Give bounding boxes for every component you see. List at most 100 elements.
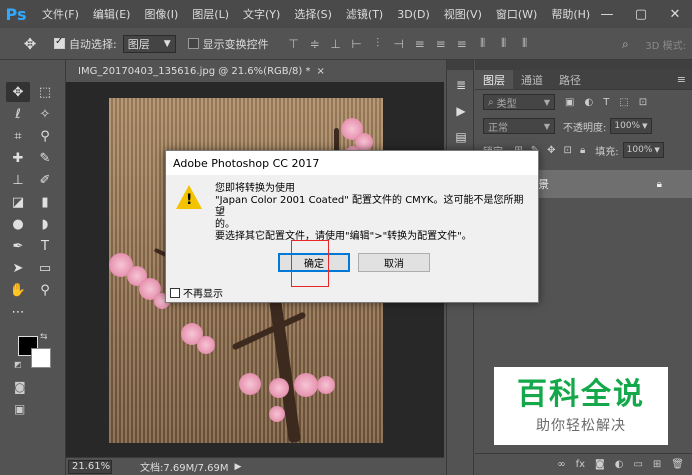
zoom-field[interactable]: 21.61%	[68, 459, 112, 474]
move-icon[interactable]: ✥	[6, 82, 30, 102]
magic-wand-icon[interactable]: ✧	[33, 104, 57, 124]
close-icon[interactable]: ✕	[658, 0, 692, 28]
path-select-icon[interactable]: ➤	[6, 258, 30, 278]
menu-window[interactable]: 窗口(W)	[496, 6, 537, 22]
hand-icon[interactable]: ✋	[6, 280, 30, 300]
fill-field[interactable]: 100% ▼	[622, 142, 664, 158]
menu-image[interactable]: 图像(I)	[144, 6, 178, 22]
watermark-title: 百科全说	[517, 377, 645, 412]
adjust-filter-icon[interactable]: ◐	[584, 97, 593, 108]
eraser-icon[interactable]: ◪	[6, 192, 30, 212]
stamp-icon[interactable]: ⊥	[6, 170, 30, 190]
tab-paths[interactable]: 路径	[551, 70, 589, 89]
brush-icon[interactable]: ✎	[33, 148, 57, 168]
distribute-right-icon[interactable]: ⦀	[518, 36, 532, 51]
menu-layer[interactable]: 图层(L)	[192, 6, 229, 22]
dialog-message: 您即将转换为使用 "Japan Color 2001 Coated" 配置文件的…	[215, 183, 530, 243]
opacity-value: 100%	[614, 121, 641, 131]
healing-brush-icon[interactable]: ✚	[6, 148, 30, 168]
add-mask-icon[interactable]: ◙	[595, 459, 605, 470]
warning-exclamation: !	[186, 192, 193, 208]
align-vcenter-icon[interactable]: ≑	[308, 37, 322, 51]
auto-select-checkbox[interactable]	[54, 36, 65, 49]
pixel-filter-icon[interactable]: ▣	[565, 97, 574, 108]
minimize-icon[interactable]: —	[590, 0, 624, 28]
blend-mode-dropdown[interactable]: 正常 ▼	[483, 118, 555, 134]
link-layers-icon[interactable]: ∞	[557, 459, 565, 470]
history-brush-icon[interactable]: ✐	[33, 170, 57, 190]
status-menu-icon[interactable]: ▶	[235, 462, 242, 472]
cancel-button[interactable]: 取消	[358, 253, 430, 272]
lasso-icon[interactable]: ℓ	[6, 104, 30, 124]
eyedropper-icon[interactable]: ⚲	[33, 126, 57, 146]
menu-3d[interactable]: 3D(D)	[397, 8, 430, 21]
panel-menu-icon[interactable]: ≡	[677, 70, 692, 89]
distribute-vcenter-icon[interactable]: ≡	[434, 37, 448, 51]
dialog-title: Adobe Photoshop CC 2017	[166, 151, 538, 175]
marquee-icon[interactable]: ⬚	[33, 82, 57, 102]
menu-filter[interactable]: 滤镜(T)	[346, 6, 383, 22]
actions-panel-icon[interactable]: ▶	[450, 100, 472, 122]
lock-move-icon[interactable]: ✥	[547, 145, 555, 156]
dodge-icon[interactable]: ◗	[33, 214, 57, 234]
adjustment-layer-icon[interactable]: ◐	[615, 459, 624, 470]
close-tab-icon[interactable]: ×	[316, 66, 324, 77]
dont-show-checkbox[interactable]	[170, 287, 180, 298]
menu-select[interactable]: 选择(S)	[294, 6, 332, 22]
document-tab[interactable]: IMG_20170403_135616.jpg @ 21.6%(RGB/8) *…	[70, 60, 325, 82]
default-colors-icon[interactable]: ◩	[14, 360, 22, 369]
show-transform-checkbox[interactable]	[187, 38, 199, 49]
swap-colors-icon[interactable]: ⇆	[40, 332, 48, 342]
lock-artboard-icon[interactable]: ⊡	[564, 145, 572, 156]
crop-icon[interactable]: ⌗	[6, 126, 30, 146]
menu-edit[interactable]: 编辑(E)	[93, 6, 131, 22]
menu-help[interactable]: 帮助(H)	[551, 6, 590, 22]
opacity-field[interactable]: 100% ▼	[610, 118, 652, 134]
screen-mode-icon[interactable]: ▣	[14, 402, 25, 416]
menu-view[interactable]: 视图(V)	[444, 6, 482, 22]
move-tool-icon[interactable]: ✥	[20, 34, 40, 54]
align-hcenter-icon[interactable]: ⫶	[371, 36, 385, 51]
type-filter-icon[interactable]: T	[603, 97, 609, 108]
menu-type[interactable]: 文字(Y)	[243, 6, 280, 22]
delete-layer-icon[interactable]: 🗑︎	[671, 459, 684, 470]
maximize-icon[interactable]: ▢	[624, 0, 658, 28]
pen-icon[interactable]: ✒	[6, 236, 30, 256]
zoom-icon[interactable]: ⚲	[33, 280, 57, 300]
align-left-icon[interactable]: ⊢	[350, 37, 364, 51]
distribute-left-icon[interactable]: ⦀	[476, 36, 490, 51]
smart-filter-icon[interactable]: ⊡	[639, 97, 647, 108]
align-bottom-icon[interactable]: ⊥	[329, 37, 343, 51]
new-group-icon[interactable]: ▭	[633, 459, 642, 470]
fx-icon[interactable]: fx	[576, 459, 585, 470]
filter-kind-dropdown[interactable]: ⌕ 类型 ▼	[483, 94, 555, 110]
more-tools-icon[interactable]: ⋯	[6, 302, 30, 322]
auto-select-value: 图层	[127, 37, 150, 51]
photoshop-window: Ps 文件(F) 编辑(E) 图像(I) 图层(L) 文字(Y) 选择(S) 滤…	[0, 0, 692, 475]
tab-layers[interactable]: 图层	[475, 70, 513, 89]
align-right-icon[interactable]: ⊣	[392, 37, 406, 51]
dont-show-again[interactable]: 不再显示	[170, 285, 223, 300]
new-layer-icon[interactable]: ⊞	[653, 459, 661, 470]
auto-select-dropdown[interactable]: 图层 ▼	[122, 34, 176, 53]
menu-file[interactable]: 文件(F)	[42, 6, 79, 22]
message-line-4: 要选择其它配置文件，请使用"编辑">"转换为配置文件"。	[215, 231, 472, 242]
gradient-icon[interactable]: ▮	[33, 192, 57, 212]
blur-icon[interactable]: ●	[6, 214, 30, 234]
lock-all-icon[interactable]: 🔒︎	[580, 145, 585, 156]
distribute-top-icon[interactable]: ≡	[413, 37, 427, 51]
background-color-swatch[interactable]	[31, 348, 51, 368]
quick-mask-icon[interactable]: ◙	[14, 380, 26, 394]
rectangle-icon[interactable]: ▭	[33, 258, 57, 278]
shape-filter-icon[interactable]: ⬚	[619, 97, 628, 108]
chevron-down-icon: ▼	[543, 121, 550, 131]
distribute-bottom-icon[interactable]: ≡	[455, 37, 469, 51]
align-top-icon[interactable]: ⊤	[287, 37, 301, 51]
type-icon[interactable]: T	[33, 236, 57, 256]
search-icon[interactable]: ⌕	[618, 37, 632, 51]
tab-channels[interactable]: 通道	[513, 70, 551, 89]
distribute-hcenter-icon[interactable]: ⦀	[497, 36, 511, 51]
search-icon: ⌕	[488, 96, 494, 108]
properties-panel-icon[interactable]: ▤	[450, 126, 472, 148]
history-panel-icon[interactable]: ≣	[450, 74, 472, 96]
